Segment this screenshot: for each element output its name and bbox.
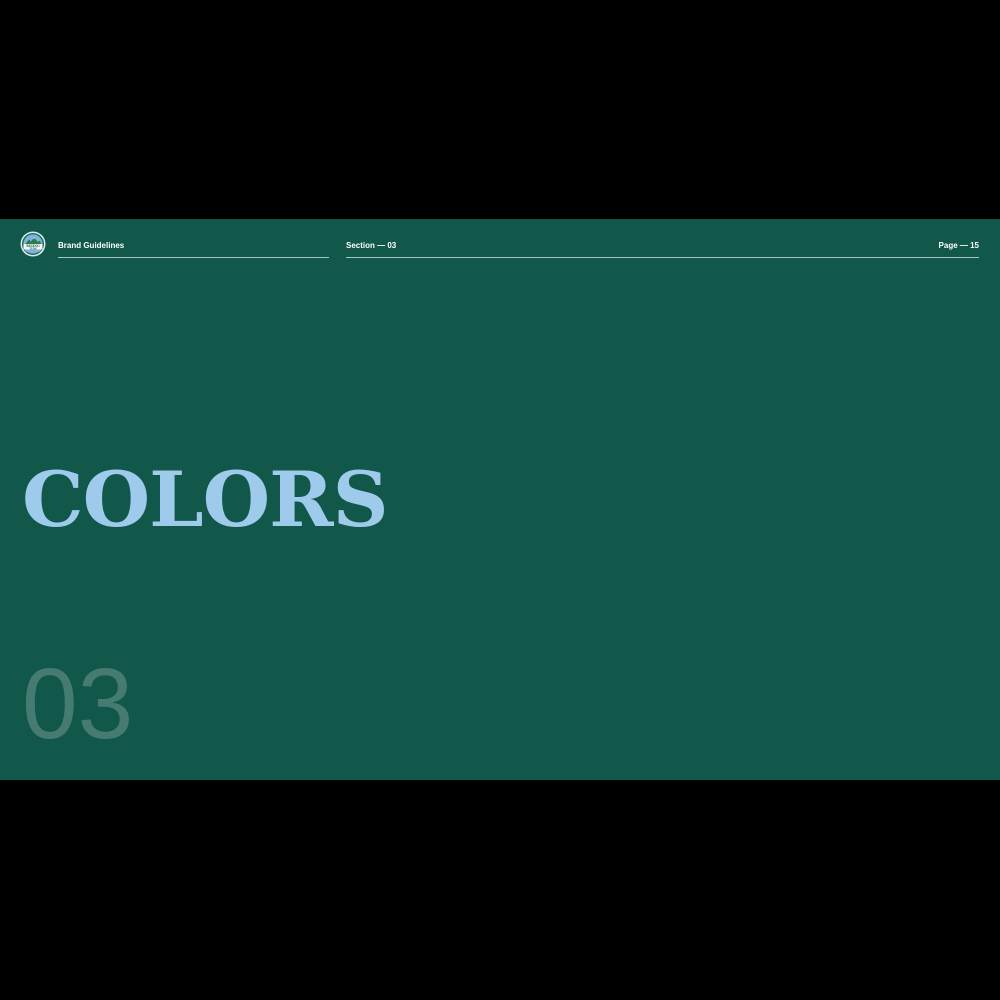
rising-tide-logo-icon: RISING TIDE bbox=[20, 231, 46, 257]
page-label: Page — 15 bbox=[938, 241, 979, 250]
logo-text-line2: TIDE bbox=[29, 246, 36, 250]
section-label: Section — 03 bbox=[346, 241, 397, 250]
corner-gradient bbox=[0, 779, 210, 780]
page-title: COLORS bbox=[22, 455, 389, 544]
header-rule-left bbox=[58, 257, 329, 258]
section-number: 03 bbox=[22, 648, 134, 760]
brand-guidelines-label: Brand Guidelines bbox=[58, 241, 125, 250]
slide: RISING TIDE Brand Guidelines Section — 0… bbox=[0, 219, 1000, 780]
header-rule-right bbox=[346, 257, 979, 258]
